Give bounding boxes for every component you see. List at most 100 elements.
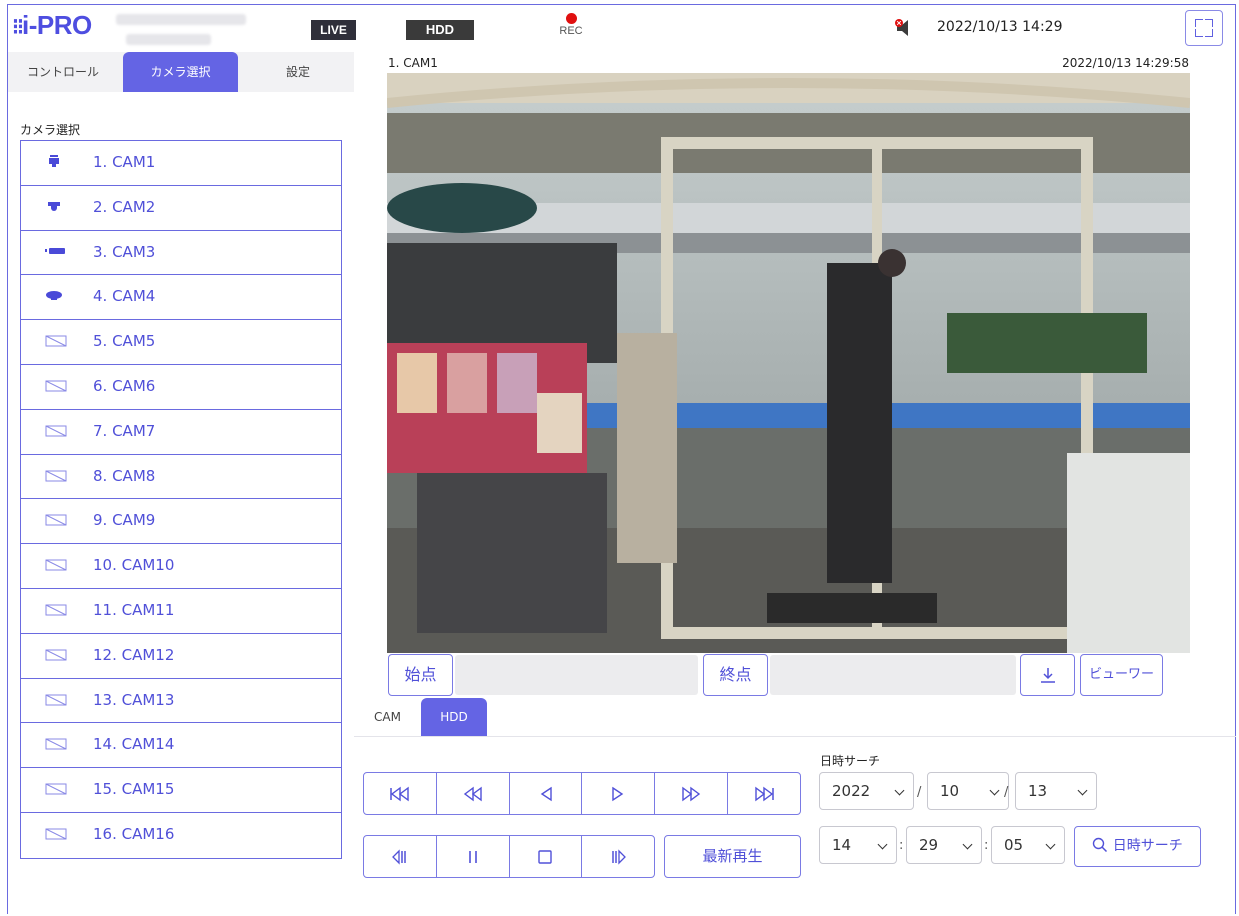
- camera-list-item[interactable]: 16. CAM16: [21, 813, 341, 858]
- camera-list-item[interactable]: 3. CAM3: [21, 231, 341, 276]
- fast-forward-button[interactable]: [655, 773, 729, 814]
- reverse-play-icon: [540, 786, 552, 801]
- datetime-search-button[interactable]: 日時サーチ: [1074, 826, 1201, 867]
- hdd-badge[interactable]: HDD: [406, 20, 474, 40]
- end-point-button[interactable]: 終点: [703, 654, 768, 696]
- camera-list-item-label: 6. CAM6: [93, 376, 156, 395]
- camera-list-item[interactable]: 2. CAM2: [21, 186, 341, 231]
- stop-icon: [538, 849, 553, 864]
- no-camera-icon: [45, 557, 67, 571]
- camera-list-item-label: 7. CAM7: [93, 421, 156, 440]
- no-camera-icon: [45, 423, 67, 437]
- camera-list-item[interactable]: 13. CAM13: [21, 679, 341, 724]
- no-camera-icon: [45, 378, 67, 392]
- hour-value: 14: [832, 836, 852, 854]
- video-timestamp: 2022/10/13 14:29:58: [1062, 56, 1189, 70]
- pause-icon: [468, 850, 477, 863]
- skip-to-start-button[interactable]: [364, 773, 437, 814]
- camera-list-item-label: 8. CAM8: [93, 466, 156, 485]
- stop-button[interactable]: [510, 836, 583, 877]
- day-value: 13: [1028, 782, 1048, 800]
- camera-list-item[interactable]: 1. CAM1: [21, 141, 341, 186]
- viewer-button[interactable]: ビューワー: [1080, 654, 1163, 696]
- camera-list-item[interactable]: 8. CAM8: [21, 455, 341, 500]
- camera-list-item[interactable]: 14. CAM14: [21, 723, 341, 769]
- pause-button[interactable]: [437, 836, 510, 877]
- no-camera-icon: [45, 781, 67, 795]
- camera-select-heading: カメラ選択: [20, 123, 81, 137]
- end-point-field[interactable]: [770, 655, 1016, 695]
- skip-start-icon: [390, 786, 409, 801]
- tab-hdd[interactable]: HDD: [421, 698, 487, 736]
- fast-rewind-button[interactable]: [437, 773, 510, 814]
- chevron-down-icon: [894, 785, 905, 796]
- second-value: 05: [1004, 836, 1024, 854]
- left-panel-tabs: コントロール カメラ選択 設定: [8, 52, 354, 92]
- no-camera-icon: [45, 468, 67, 482]
- day-select[interactable]: 13: [1015, 772, 1097, 810]
- speaker-muted-icon[interactable]: [893, 18, 915, 38]
- camera-list-item-label: 1. CAM1: [93, 153, 156, 171]
- year-value: 2022: [832, 782, 871, 800]
- camera-list-item[interactable]: 15. CAM15: [21, 768, 341, 813]
- panel-divider: [354, 736, 1236, 737]
- camera-list-item[interactable]: 5. CAM5: [21, 320, 341, 365]
- time-separator: :: [899, 838, 904, 853]
- bullet-camera-icon: [45, 244, 65, 256]
- chevron-down-icon: [1045, 839, 1056, 850]
- camera-list-item-label: 15. CAM15: [93, 780, 175, 799]
- play-button[interactable]: [582, 773, 656, 814]
- download-icon: [1040, 668, 1055, 683]
- tab-camera-select[interactable]: カメラ選択: [123, 52, 238, 92]
- camera-list-item[interactable]: 6. CAM6: [21, 365, 341, 410]
- start-point-button[interactable]: 始点: [388, 654, 453, 696]
- date-separator: /: [1004, 785, 1009, 800]
- video-scene-image: [387, 73, 1190, 653]
- frame-back-button[interactable]: [364, 836, 437, 877]
- tab-settings[interactable]: 設定: [243, 52, 353, 92]
- skip-end-icon: [755, 786, 774, 801]
- camera-list-item-label: 12. CAM12: [93, 645, 175, 664]
- tab-cam[interactable]: CAM: [355, 698, 420, 736]
- camera-list-item[interactable]: 4. CAM4: [21, 275, 341, 321]
- start-point-field[interactable]: [455, 655, 698, 695]
- camera-list-item[interactable]: 7. CAM7: [21, 410, 341, 455]
- camera-list-item-label: 16. CAM16: [93, 824, 175, 843]
- rec-label: REC: [559, 25, 583, 37]
- camera-list-item-label: 5. CAM5: [93, 332, 156, 351]
- minute-value: 29: [919, 836, 939, 854]
- hour-select[interactable]: 14: [819, 826, 897, 864]
- no-camera-icon: [45, 736, 67, 750]
- month-select[interactable]: 10: [927, 772, 1009, 810]
- i-pro-logo: ⁝⁝i-PRO: [12, 10, 92, 40]
- live-video-frame[interactable]: [387, 73, 1190, 653]
- frame-forward-button[interactable]: [582, 836, 654, 877]
- minute-select[interactable]: 29: [906, 826, 982, 864]
- fullscreen-icon: [1195, 19, 1203, 27]
- live-badge[interactable]: LIVE: [311, 20, 356, 40]
- no-camera-icon: [45, 333, 67, 347]
- tab-control[interactable]: コントロール: [8, 52, 118, 92]
- video-camera-label: 1. CAM1: [388, 56, 438, 70]
- chevron-down-icon: [989, 785, 1000, 796]
- camera-list-item[interactable]: 9. CAM9: [21, 499, 341, 545]
- download-button[interactable]: [1020, 654, 1075, 696]
- no-camera-icon: [45, 647, 67, 661]
- camera-list-item-label: 11. CAM11: [93, 600, 175, 619]
- latest-play-button[interactable]: 最新再生: [664, 835, 801, 878]
- second-select[interactable]: 05: [991, 826, 1065, 864]
- camera-list-item-label: 14. CAM14: [93, 735, 175, 754]
- fast-rewind-icon: [463, 786, 482, 801]
- month-value: 10: [940, 782, 960, 800]
- rec-dot-icon: [565, 13, 577, 24]
- year-select[interactable]: 2022: [819, 772, 914, 810]
- camera-list-item[interactable]: 12. CAM12: [21, 634, 341, 679]
- camera-list-item-label: 13. CAM13: [93, 690, 175, 709]
- datetime-search-button-label: 日時サーチ: [1112, 838, 1183, 854]
- skip-to-end-button[interactable]: [728, 773, 800, 814]
- camera-list-item[interactable]: 11. CAM11: [21, 589, 341, 634]
- fullscreen-button[interactable]: [1185, 10, 1223, 46]
- camera-list-item[interactable]: 10. CAM10: [21, 544, 341, 589]
- reverse-play-button[interactable]: [510, 773, 583, 814]
- camera-list-item-label: 4. CAM4: [93, 287, 156, 306]
